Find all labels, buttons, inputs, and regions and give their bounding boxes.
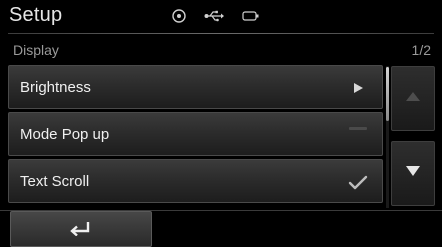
scroll-down-button[interactable]	[391, 141, 435, 206]
list-item-label: Brightness	[20, 79, 91, 96]
checkmark-icon	[348, 174, 368, 190]
section-label: Display	[13, 42, 59, 58]
back-arrow-icon	[68, 218, 94, 241]
scrollbar-thumb[interactable]	[386, 67, 389, 121]
scroll-up-icon	[403, 89, 423, 108]
play-arrow-icon	[348, 80, 368, 96]
dash-indicator-icon	[348, 127, 368, 143]
status-icons	[172, 8, 260, 28]
list-item-label: Mode Pop up	[20, 126, 110, 143]
battery-icon	[242, 9, 260, 27]
header-bar: Setup	[0, 0, 442, 36]
list-item-label: Text Scroll	[20, 173, 90, 190]
page-indicator: 1/2	[411, 42, 431, 58]
setup-screen: Setup Display 1/2 Brightness Mode Pop up…	[0, 0, 442, 247]
page-title: Setup	[9, 4, 63, 26]
list-item-text-scroll[interactable]: Text Scroll	[8, 159, 383, 203]
settings-list: Brightness Mode Pop up Text Scroll	[8, 65, 383, 206]
disc-icon	[172, 8, 186, 28]
usb-icon	[204, 9, 224, 27]
header-divider	[8, 33, 434, 34]
list-item-mode-pop-up[interactable]: Mode Pop up	[8, 112, 383, 156]
list-item-brightness[interactable]: Brightness	[8, 65, 383, 109]
back-button[interactable]	[10, 211, 152, 247]
scroll-down-icon	[403, 164, 423, 183]
scroll-up-button[interactable]	[391, 66, 435, 131]
